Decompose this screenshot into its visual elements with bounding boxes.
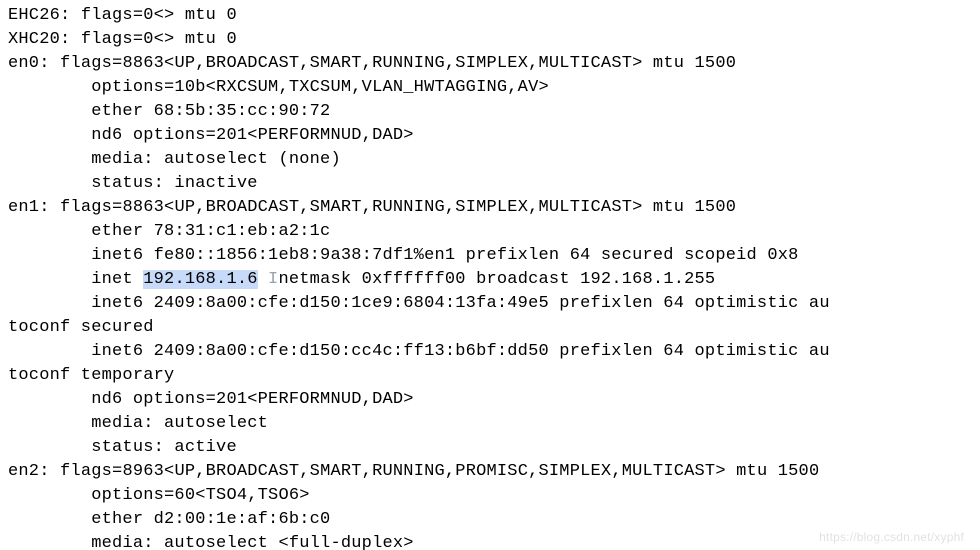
line-en2-flags: en2: flags=8963<UP,BROADCAST,SMART,RUNNI… bbox=[8, 462, 819, 481]
line-en1-inet6-2: inet6 2409:8a00:cfe:d150:1ce9:6804:13fa:… bbox=[8, 294, 830, 313]
iface-name: en2 bbox=[8, 462, 39, 481]
line-xhc20: XHC20: flags=0<> mtu 0 bbox=[8, 30, 237, 49]
line-en0-media: media: autoselect (none) bbox=[8, 150, 341, 169]
line-en1-status: status: active bbox=[8, 438, 237, 457]
line-en1-inet6-1: inet6 fe80::1856:1eb8:9a38:7df1%en1 pref… bbox=[8, 246, 799, 265]
iface-name: en1 bbox=[8, 198, 39, 217]
iface-flags: flags=0<> mtu 0 bbox=[81, 30, 237, 49]
iface-flags: flags=0<> mtu 0 bbox=[81, 6, 237, 25]
line-en1-ether: ether 78:31:c1:eb:a2:1c bbox=[8, 222, 330, 241]
line-en2-media: media: autoselect <full-duplex> bbox=[8, 534, 414, 550]
line-en1-flags: en1: flags=8863<UP,BROADCAST,SMART,RUNNI… bbox=[8, 198, 736, 217]
line-en1-nd6: nd6 options=201<PERFORMNUD,DAD> bbox=[8, 390, 414, 409]
line-en1-media: media: autoselect bbox=[8, 414, 268, 433]
iface-flags: flags=8963<UP,BROADCAST,SMART,RUNNING,PR… bbox=[60, 462, 819, 481]
line-en2-options: options=60<TSO4,TSO6> bbox=[8, 486, 310, 505]
ip-selection[interactable]: 192.168.1.6 bbox=[143, 270, 257, 289]
iface-name: EHC26 bbox=[8, 6, 60, 25]
line-ehc26: EHC26: flags=0<> mtu 0 bbox=[8, 6, 237, 25]
iface-name: XHC20 bbox=[8, 30, 60, 49]
line-en0-options: options=10b<RXCSUM,TXCSUM,VLAN_HWTAGGING… bbox=[8, 78, 549, 97]
terminal-output[interactable]: EHC26: flags=0<> mtu 0 XHC20: flags=0<> … bbox=[0, 0, 980, 550]
line-en2-ether: ether d2:00:1e:af:6b:c0 bbox=[8, 510, 330, 529]
line-en1-inet6-3: inet6 2409:8a00:cfe:d150:cc4c:ff13:b6bf:… bbox=[8, 342, 830, 361]
iface-flags: flags=8863<UP,BROADCAST,SMART,RUNNING,SI… bbox=[60, 54, 736, 73]
line-en0-status: status: inactive bbox=[8, 174, 258, 193]
line-en0-ether: ether 68:5b:35:cc:90:72 bbox=[8, 102, 330, 121]
text-cursor-icon: I bbox=[258, 270, 279, 289]
line-en1-wrap-1: toconf secured bbox=[8, 318, 154, 337]
line-en0-flags: en0: flags=8863<UP,BROADCAST,SMART,RUNNI… bbox=[8, 54, 736, 73]
line-en1-wrap-2: toconf temporary bbox=[8, 366, 174, 385]
iface-flags: flags=8863<UP,BROADCAST,SMART,RUNNING,SI… bbox=[60, 198, 736, 217]
line-en0-nd6: nd6 options=201<PERFORMNUD,DAD> bbox=[8, 126, 414, 145]
iface-name: en0 bbox=[8, 54, 39, 73]
line-en1-inet: inet 192.168.1.6 Inetmask 0xffffff00 bro… bbox=[8, 270, 715, 289]
